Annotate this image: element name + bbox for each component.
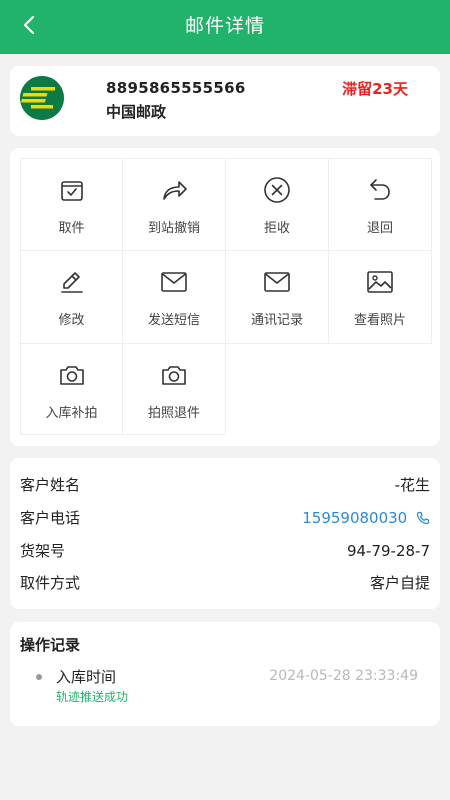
action-restock-photo-button[interactable]: 入库补拍 — [20, 344, 123, 435]
shelf-number-row: 货架号 94-79-28-7 — [20, 536, 430, 566]
customer-phone-label: 客户电话 — [20, 509, 81, 527]
log-event-status: 轨迹推送成功 — [56, 690, 129, 704]
action-label: 取件 — [58, 221, 85, 236]
customer-name-value: -花生 — [394, 476, 430, 494]
camera-icon — [21, 361, 122, 389]
china-post-logo — [20, 76, 64, 120]
customer-name-row: 客户姓名 -花生 — [20, 470, 430, 500]
action-contact-log-button[interactable]: 通讯记录 — [226, 251, 329, 344]
action-label: 发送短信 — [147, 313, 200, 328]
action-label: 退回 — [366, 221, 393, 236]
action-send-sms-button[interactable]: 发送短信 — [123, 251, 226, 344]
operation-log-card: 操作记录 入库时间 2024-05-28 23:33:49 轨迹推送成功 — [10, 622, 440, 726]
stay-status-badge: 滞留23天 — [342, 80, 408, 98]
action-label: 入库补拍 — [45, 406, 98, 421]
customer-phone-row: 客户电话 15959080030 — [20, 503, 430, 533]
camera-icon — [123, 361, 225, 389]
carrier-name: 中国邮政 — [106, 103, 167, 121]
phone-icon[interactable] — [416, 505, 430, 535]
envelope-icon — [226, 268, 328, 296]
log-event-time: 2024-05-28 23:33:49 — [269, 668, 418, 684]
envelope-icon — [123, 268, 225, 296]
pickup-method-label: 取件方式 — [20, 574, 81, 592]
page-title: 邮件详情 — [184, 15, 265, 37]
action-edit-button[interactable]: 修改 — [20, 251, 123, 344]
customer-name-label: 客户姓名 — [20, 476, 81, 494]
action-label: 到站撤销 — [147, 221, 200, 236]
action-photo-return-button[interactable]: 拍照退件 — [123, 344, 226, 435]
customer-phone-link[interactable]: 15959080030 — [302, 503, 430, 535]
parcel-info-card: 8895865555566 中国邮政 滞留23天 — [10, 66, 440, 136]
pencil-icon — [21, 268, 122, 296]
pickup-box-icon — [21, 176, 122, 204]
tracking-number: 8895865555566 — [106, 79, 246, 97]
actions-card: 取件 到站撤销 拒收 退回 修改 发送短信 通讯记录 查看照片 入库补拍 拍照退… — [10, 148, 440, 446]
log-event-name: 入库时间 — [56, 668, 117, 686]
action-pickup-button[interactable]: 取件 — [20, 158, 123, 251]
pickup-method-row: 取件方式 客户自提 — [20, 568, 430, 598]
timeline-dot — [36, 674, 42, 680]
action-cancel-arrival-button[interactable]: 到站撤销 — [123, 158, 226, 251]
customer-phone-value[interactable]: 15959080030 — [302, 509, 407, 527]
action-reject-button[interactable]: 拒收 — [226, 158, 329, 251]
image-icon — [329, 268, 431, 296]
operation-log-title: 操作记录 — [20, 636, 81, 654]
app-header: 邮件详情 — [0, 0, 450, 54]
reject-x-icon — [226, 176, 328, 204]
action-view-photos-button[interactable]: 查看照片 — [329, 251, 432, 344]
shelf-number-value: 94-79-28-7 — [346, 542, 430, 560]
customer-info-card: 客户姓名 -花生 客户电话 15959080030 货架号 94-79-28-7… — [10, 458, 440, 609]
action-return-button[interactable]: 退回 — [329, 158, 432, 251]
action-label: 拒收 — [263, 221, 290, 236]
shelf-number-label: 货架号 — [20, 542, 66, 560]
action-label: 通讯记录 — [250, 313, 303, 328]
forward-arrow-icon — [123, 176, 225, 204]
action-label: 修改 — [58, 313, 85, 328]
return-arrow-icon — [329, 176, 431, 204]
pickup-method-value: 客户自提 — [369, 574, 430, 592]
action-label: 拍照退件 — [147, 406, 200, 421]
action-label: 查看照片 — [353, 313, 406, 328]
